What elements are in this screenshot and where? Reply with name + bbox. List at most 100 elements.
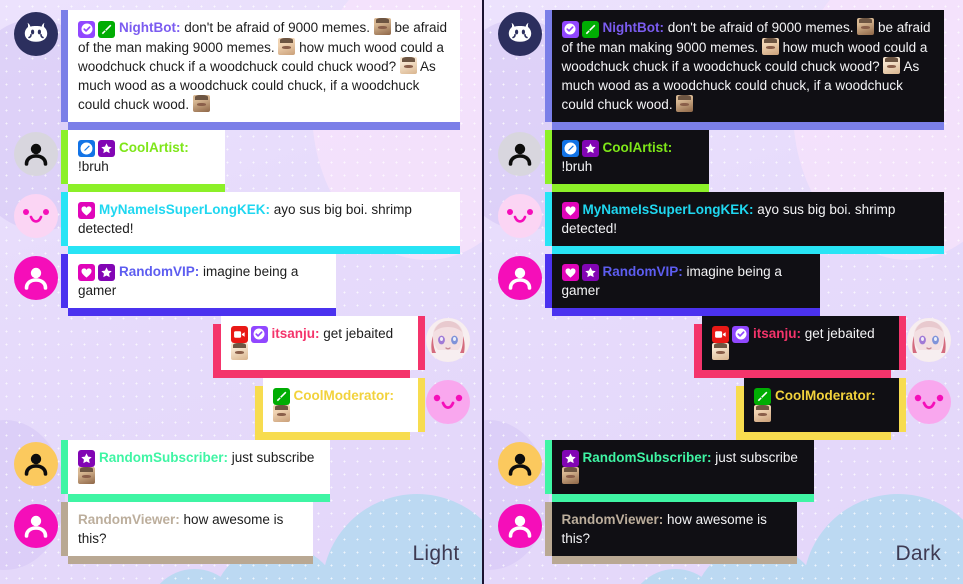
message-bubble[interactable]: RandomSubscriber: just subscribe [544, 439, 814, 494]
username-coolmoderator[interactable]: CoolModerator: [294, 388, 395, 403]
chat-message-randomviewer[interactable]: RandomViewer: how awesome is this? [0, 501, 482, 564]
person-magenta-avatar[interactable] [14, 255, 58, 300]
subscriber-star-badge [98, 139, 115, 157]
message-text-segment: !bruh [561, 158, 593, 174]
person-magenta-avatar[interactable] [497, 503, 542, 548]
message-bubble[interactable]: RandomVIP: imagine being a gamer [61, 253, 336, 308]
person-magenta-avatar[interactable] [14, 503, 58, 548]
message-bubble-wrap: CoolModerator: [736, 377, 906, 440]
message-text: !bruh [78, 159, 109, 174]
chat-message-randomsubscriber[interactable]: RandomSubscriber: just subscribe [0, 439, 482, 502]
badge-group [272, 387, 290, 405]
chat-message-itsanju[interactable]: itsanju: get jebaited [484, 315, 963, 378]
message-bubble[interactable]: CoolArtist: !bruh [61, 129, 225, 184]
badge-group [561, 139, 599, 157]
username-coolartist[interactable]: CoolArtist: [603, 140, 673, 155]
message-bubble[interactable]: RandomVIP: imagine being a gamer [544, 253, 820, 308]
person-gold-avatar[interactable] [497, 441, 542, 486]
message-bubble[interactable]: NightBot: don't be afraid of 9000 memes.… [61, 10, 460, 122]
chat-message-randomvip[interactable]: RandomVIP: imagine being a gamer [484, 253, 963, 316]
message-text-segment: don't be afraid of 9000 memes. [667, 20, 858, 35]
badge-group [561, 263, 599, 281]
message-bubble-wrap: CoolModerator: [254, 377, 425, 440]
username-coolmoderator[interactable]: CoolModerator: [775, 388, 876, 403]
message-bubble[interactable]: itsanju: get jebaited [220, 315, 425, 370]
moderator-sword-badge [272, 387, 290, 405]
username-nightbot[interactable]: NightBot: [603, 20, 664, 35]
message-bubble[interactable]: itsanju: get jebaited [702, 315, 906, 370]
chat-message-coolmoderator[interactable]: CoolModerator: [0, 377, 482, 440]
light-theme-panel: NightBot: don't be afraid of 9000 memes.… [0, 0, 482, 584]
message-bubble[interactable]: MyNameIsSuperLongKEK: ayo sus big boi. s… [544, 191, 944, 246]
emote-jebaited [272, 404, 290, 422]
pink-kawaii-big-avatar[interactable] [425, 379, 470, 424]
username-randomsubscriber[interactable]: RandomSubscriber: [99, 450, 228, 465]
username-itsanju[interactable]: itsanju: [272, 326, 320, 341]
person-grey-avatar[interactable] [497, 131, 542, 176]
badge-group [78, 263, 115, 281]
emote-jebaited [676, 94, 694, 112]
message-bubble[interactable]: NightBot: don't be afraid of 9000 memes.… [544, 10, 944, 122]
vip-gem-badge [561, 201, 579, 219]
moderator-sword-badge [754, 387, 771, 405]
kawaii-face-avatar[interactable] [497, 193, 542, 238]
badge-group [561, 201, 579, 219]
theme-label-dark: Dark [895, 542, 941, 565]
message-bubble[interactable]: CoolModerator: [744, 377, 906, 432]
chat-message-randomsubscriber[interactable]: RandomSubscriber: just subscribe [484, 439, 963, 502]
chat-message-randomviewer[interactable]: RandomViewer: how awesome is this? [484, 501, 963, 564]
pink-kawaii-big-avatar[interactable] [907, 379, 951, 424]
message-bubble[interactable]: RandomSubscriber: just subscribe [61, 439, 330, 494]
chat-message-mynameissuperlongkek[interactable]: MyNameIsSuperLongKEK: ayo sus big boi. s… [0, 191, 482, 254]
message-text-segment: just subscribe [715, 449, 798, 465]
message-bubble[interactable]: CoolModerator: [262, 377, 425, 432]
message-bubble-wrap: MyNameIsSuperLongKEK: ayo sus big boi. s… [544, 191, 944, 254]
chat-message-mynameissuperlongkek[interactable]: MyNameIsSuperLongKEK: ayo sus big boi. s… [484, 191, 963, 254]
verified-badge [78, 20, 95, 38]
username-randomviewer[interactable]: RandomViewer: [562, 512, 664, 527]
username-itsanju[interactable]: itsanju: [753, 326, 801, 341]
vip-gem-badge [78, 263, 95, 281]
username-mynameissuperlongkek[interactable]: MyNameIsSuperLongKEK: [99, 202, 270, 217]
message-text-segment: get jebaited [323, 325, 394, 341]
message-bubble-wrap: RandomViewer: how awesome is this? [61, 501, 313, 564]
person-magenta-avatar[interactable] [497, 255, 542, 300]
username-randomvip[interactable]: RandomVIP: [603, 264, 683, 279]
verified-badge [561, 20, 579, 38]
emote-jebaited [761, 37, 779, 55]
chat-message-coolmoderator[interactable]: CoolModerator: [484, 377, 963, 440]
kawaii-face-avatar[interactable] [14, 193, 58, 238]
username-randomvip[interactable]: RandomVIP: [119, 264, 199, 279]
username-mynameissuperlongkek[interactable]: MyNameIsSuperLongKEK: [583, 202, 754, 217]
vip-gem-badge [561, 263, 579, 281]
username-randomviewer[interactable]: RandomViewer: [78, 512, 180, 527]
chat-message-randomvip[interactable]: RandomVIP: imagine being a gamer [0, 253, 482, 316]
badge-group [78, 20, 115, 38]
subscriber-star-badge [581, 263, 599, 281]
username-randomsubscriber[interactable]: RandomSubscriber: [583, 450, 712, 465]
anime-avatar[interactable] [907, 317, 951, 362]
emote-jebaited [78, 466, 95, 484]
message-bubble[interactable]: MyNameIsSuperLongKEK: ayo sus big boi. s… [61, 191, 460, 246]
anime-avatar[interactable] [425, 317, 470, 362]
subscriber-star-badge [78, 449, 95, 467]
chat-message-nightbot[interactable]: NightBot: don't be afraid of 9000 memes.… [484, 10, 963, 129]
subscriber-star-badge [581, 139, 599, 157]
broadcaster-camera-badge [230, 325, 248, 343]
chat-message-itsanju[interactable]: itsanju: get jebaited [0, 315, 482, 378]
person-grey-avatar[interactable] [14, 131, 58, 176]
person-gold-avatar[interactable] [14, 441, 58, 486]
message-bubble[interactable]: CoolArtist: !bruh [544, 129, 709, 184]
moderator-sword-badge [98, 20, 115, 38]
emote-jebaited [278, 37, 296, 55]
chat-message-coolartist[interactable]: CoolArtist: !bruh [484, 129, 963, 192]
chat-message-nightbot[interactable]: NightBot: don't be afraid of 9000 memes.… [0, 10, 482, 129]
message-bubble[interactable]: RandomViewer: how awesome is this? [61, 501, 313, 556]
bot-avatar[interactable] [497, 12, 542, 56]
bot-avatar[interactable] [14, 12, 58, 56]
message-bubble-wrap: RandomSubscriber: just subscribe [61, 439, 330, 502]
chat-message-coolartist[interactable]: CoolArtist: !bruh [0, 129, 482, 192]
username-nightbot[interactable]: NightBot: [119, 20, 180, 35]
username-coolartist[interactable]: CoolArtist: [119, 140, 189, 155]
message-bubble[interactable]: RandomViewer: how awesome is this? [544, 501, 797, 556]
